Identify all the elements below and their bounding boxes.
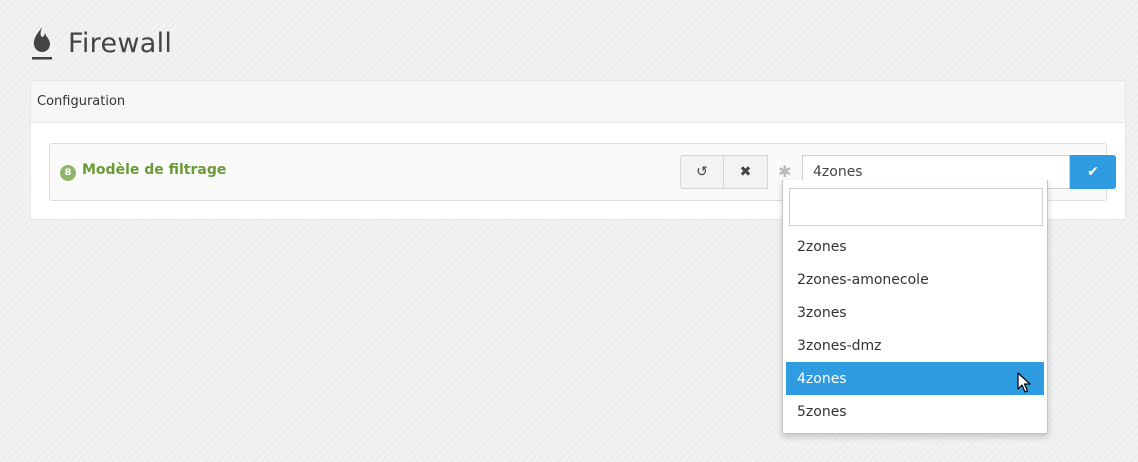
reset-button[interactable]: ✖ xyxy=(724,155,768,189)
dropdown-option-5zones[interactable]: 5zones xyxy=(786,395,1044,428)
undo-icon: ↺ xyxy=(696,164,708,180)
dropdown-option-3zones[interactable]: 3zones xyxy=(786,296,1044,329)
undo-button[interactable]: ↺ xyxy=(680,155,724,189)
dropdown-search-input[interactable] xyxy=(789,188,1043,226)
panel-heading: Configuration xyxy=(31,81,1125,123)
row-action-buttons: ↺ ✖ xyxy=(680,155,768,189)
close-icon: ✖ xyxy=(739,164,752,180)
dropdown-option-2zones[interactable]: 2zones xyxy=(786,230,1044,263)
select-dropdown: 2zones 2zones-amonecole 3zones 3zones-dmz 4z… xyxy=(782,180,1048,434)
asterisk-icon: ✱ xyxy=(778,162,792,181)
check-icon: ✔ xyxy=(1087,164,1099,180)
dropdown-options: 2zones 2zones-amonecole 3zones 3zones-dmz 4z… xyxy=(786,230,1044,428)
dropdown-option-3zones-dmz[interactable]: 3zones-dmz xyxy=(786,329,1044,362)
basic-level-badge: B xyxy=(60,165,76,181)
dropdown-option-2zones-amonecole[interactable]: 2zones-amonecole xyxy=(786,263,1044,296)
mouse-cursor-icon xyxy=(1017,372,1031,393)
dropdown-option-4zones[interactable]: 4zones xyxy=(786,362,1044,395)
confirm-button[interactable]: ✔ xyxy=(1070,155,1116,189)
setting-label: Modèle de filtrage xyxy=(82,162,227,178)
select-value: 4zones xyxy=(813,164,863,180)
page-header: Firewall xyxy=(30,20,172,66)
flame-icon xyxy=(30,23,56,63)
page-title: Firewall xyxy=(68,27,173,59)
